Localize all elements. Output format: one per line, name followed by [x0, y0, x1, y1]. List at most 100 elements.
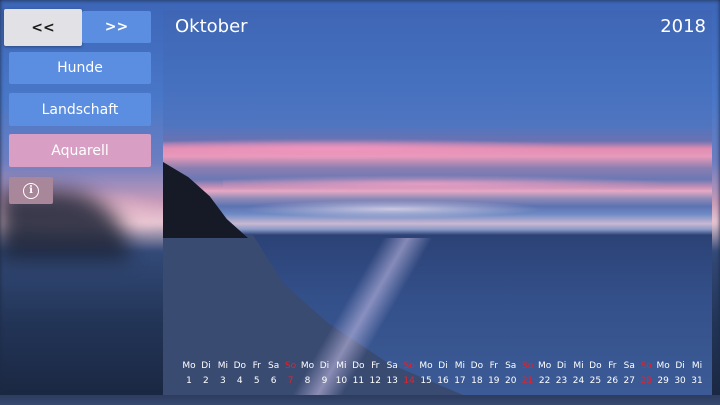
day-number: 12	[369, 376, 381, 386]
calendar-day: So 28	[637, 360, 655, 387]
photo-horizon-glow	[243, 200, 543, 218]
day-number: 23	[555, 376, 568, 386]
calendar-day: Mo 22	[536, 360, 554, 387]
category-hunde-button[interactable]: Hunde	[9, 52, 151, 84]
category-aquarell-button[interactable]: Aquarell	[9, 134, 151, 167]
weekday-label: Sa	[623, 361, 635, 371]
month-title: Oktober	[175, 16, 248, 37]
weekday-label: Mi	[336, 361, 347, 371]
calendar-day: Mi 31	[688, 360, 706, 387]
day-number: 16	[437, 376, 449, 386]
day-number: 6	[270, 376, 277, 386]
day-number: 20	[504, 376, 517, 386]
day-number: 17	[454, 376, 466, 386]
photo-cliff	[163, 162, 248, 238]
calendar-day: So 7	[282, 360, 300, 387]
day-number: 14	[403, 376, 415, 386]
day-number: 3	[219, 376, 226, 386]
calendar-day: Mi 10	[332, 360, 350, 387]
calendar-day: Di 16	[434, 360, 452, 387]
calendar-day: Do 25	[586, 360, 604, 387]
weekday-label: So	[522, 361, 534, 371]
calendar-day: Mi 3	[214, 360, 232, 387]
day-number: 1	[186, 376, 192, 386]
next-month-button[interactable]: >>	[82, 11, 151, 43]
calendar-day: Sa 13	[383, 360, 401, 387]
weekday-label: Mo	[419, 361, 433, 371]
weekday-label: Mo	[537, 361, 552, 371]
day-number: 19	[488, 376, 500, 386]
weekday-label: Do	[352, 361, 365, 371]
calendar-day: Mi 24	[569, 360, 587, 387]
calendar-day: Fr 12	[366, 360, 384, 387]
day-number: 9	[321, 376, 328, 386]
day-number: 15	[420, 376, 432, 386]
calendar-photo	[163, 10, 712, 395]
calendar-day: So 21	[519, 360, 537, 387]
calendar-day: Mo 15	[417, 360, 435, 387]
weekday-label: So	[640, 361, 652, 371]
day-number: 24	[572, 376, 585, 386]
calendar-day: So 14	[400, 360, 418, 387]
weekday-label: Di	[438, 361, 448, 371]
calendar-day: Do 18	[468, 360, 486, 387]
calendar-day: Fr 5	[248, 360, 266, 387]
weekday-label: Di	[675, 361, 685, 371]
weekday-label: Mi	[454, 361, 466, 371]
day-number: 29	[657, 376, 669, 386]
photo-cloud	[223, 175, 673, 193]
weekday-label: Mo	[182, 361, 196, 371]
day-number: 5	[253, 376, 260, 386]
calendar-day: Fr 26	[603, 360, 621, 387]
calendar-day: Mo 29	[654, 360, 672, 387]
info-circle-icon: i	[23, 182, 39, 199]
previous-month-button[interactable]: <<	[4, 9, 82, 46]
day-number: 27	[623, 376, 635, 386]
day-number: 22	[538, 376, 551, 386]
weekday-label: Di	[556, 361, 567, 371]
day-number: 10	[335, 376, 348, 386]
calendar-day: Sa 27	[620, 360, 638, 387]
weekday-label: Fr	[371, 361, 380, 371]
day-number: 28	[640, 376, 652, 386]
calendar-day: Mi 17	[451, 360, 469, 387]
weekday-label: Do	[589, 361, 602, 371]
weekday-label: Fr	[252, 361, 261, 371]
photo-cloud	[163, 138, 593, 160]
calendar-day: Mo 1	[180, 360, 198, 387]
weekday-label: Mo	[656, 361, 670, 371]
calendar-day: Di 23	[553, 360, 571, 387]
weekday-label: Mi	[217, 361, 228, 371]
weekday-label: Sa	[268, 361, 280, 371]
category-landschaft-button[interactable]: Landschaft	[9, 93, 151, 126]
day-number: 2	[203, 376, 209, 386]
day-number: 18	[471, 376, 483, 386]
calendar-day: Sa 20	[502, 360, 520, 387]
day-strip: Mo 1 Di 2 Mi 3 Do 4 Fr 5 Sa 6 So 7 Mo 8 Di 9 Mi 10 Do 11 Fr 12 S…	[180, 360, 706, 390]
day-number: 8	[304, 376, 311, 386]
day-number: 21	[521, 376, 534, 386]
weekday-label: Fr	[489, 361, 498, 371]
weekday-label: Sa	[505, 361, 517, 371]
weekday-label: Sa	[386, 361, 398, 371]
weekday-label: Mi	[573, 361, 584, 371]
background-strip	[0, 395, 720, 405]
weekday-label: Do	[233, 361, 247, 371]
day-number: 31	[691, 376, 703, 386]
day-number: 13	[386, 376, 398, 386]
weekday-label: Mo	[300, 361, 315, 371]
calendar-day: Di 2	[197, 360, 215, 387]
calendar-day: Do 11	[349, 360, 367, 387]
weekday-label: So	[403, 361, 415, 371]
weekday-label: Do	[470, 361, 484, 371]
day-number: 25	[589, 376, 602, 386]
day-number: 11	[352, 376, 365, 386]
day-number: 30	[674, 376, 686, 386]
year-title: 2018	[660, 16, 706, 37]
calendar-day: Mo 8	[299, 360, 317, 387]
weekday-label: Di	[201, 361, 211, 371]
info-button[interactable]: i	[9, 177, 53, 204]
weekday-label: So	[284, 361, 297, 371]
weekday-label: Di	[319, 361, 330, 371]
calendar-day: Di 9	[315, 360, 333, 387]
